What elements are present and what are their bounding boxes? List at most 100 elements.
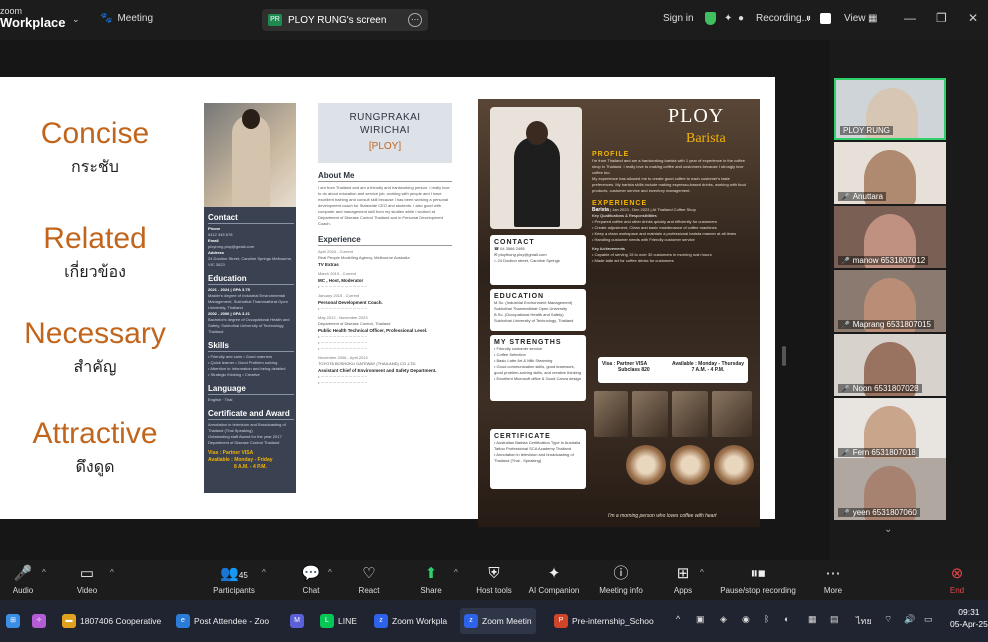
bluetooth-icon[interactable]: ᛒ — [764, 614, 769, 624]
experience-list: April 2024 - Current Real People Modelli… — [318, 249, 437, 385]
tray-icon[interactable]: ◐ — [784, 614, 789, 624]
chevron-down-icon[interactable]: ⌄ — [72, 14, 80, 25]
clock[interactable]: 09:31 05-Apr-25 — [950, 606, 988, 630]
taskbar-item[interactable]: e Post Attendee - Zoo — [172, 608, 273, 634]
pause-stop-recording-button[interactable]: ⏸⏹ Pause/stop recording — [716, 564, 800, 595]
resume-rungprakai: Contact Phone 0412 345 678 Email ployrun… — [196, 99, 454, 497]
tray-icon[interactable]: ▦ — [808, 614, 817, 625]
about-heading: About Me — [318, 171, 452, 182]
mic-off-icon: 🎤 — [841, 509, 850, 517]
sign-in-link[interactable]: Sign in — [663, 13, 694, 24]
apps-caret[interactable]: ^ — [700, 568, 704, 577]
language-indicator[interactable]: ไทย — [856, 614, 872, 628]
more-options-icon[interactable]: ··· — [408, 13, 422, 27]
mic-off-icon: 🎤 — [13, 565, 33, 582]
tray-icon[interactable]: ▣ — [696, 614, 705, 625]
share-arrow-icon: ⬆ — [424, 565, 438, 582]
name-box: RUNGPRAKAI WIRICHAI [PLOY] — [318, 103, 452, 163]
taskbar-item[interactable]: z Zoom Workpla — [370, 608, 451, 634]
wifi-icon[interactable]: ⌔ — [884, 614, 892, 625]
contact-heading: Contact — [208, 213, 294, 224]
tray-icon[interactable]: ◈ — [720, 614, 727, 625]
more-button[interactable]: ⋯ More — [818, 564, 848, 595]
participant-tile[interactable]: 🎤 Noon 6531807028 — [834, 334, 946, 396]
view-menu[interactable]: View — [844, 13, 866, 24]
stop-recording-icon[interactable] — [818, 13, 831, 24]
gallery-photo — [672, 391, 708, 437]
meeting-label: Meeting — [117, 13, 154, 24]
certificate-heading: Certificate and Award — [208, 409, 294, 420]
tray-icon[interactable]: ◉ — [742, 614, 750, 625]
recording-label: Recording... — [756, 13, 810, 24]
participant-tile[interactable]: 🎤 Fern 6531807018 — [834, 398, 946, 460]
taskbar-item-active[interactable]: z Zoom Meetin — [460, 608, 536, 634]
windows-icon: ⊞ — [6, 614, 20, 628]
apps-button[interactable]: ⊞ Apps — [670, 564, 696, 595]
gallery-photo — [594, 391, 628, 437]
tray-chevron-icon[interactable]: ^ — [676, 614, 680, 624]
react-button[interactable]: ♡ React — [354, 564, 384, 595]
taskbar-item[interactable]: P Pre-internship_Schoo — [550, 608, 658, 634]
experience-heading: Experience — [318, 235, 452, 246]
video-options-caret[interactable]: ^ — [110, 568, 114, 577]
latte-art-image — [714, 445, 754, 485]
meeting-info-button[interactable]: ⓘ Meeting info — [594, 564, 648, 595]
start-button[interactable]: ⊞ — [2, 608, 24, 634]
taskbar-item[interactable]: ▬ 1807406 Cooperative — [58, 608, 165, 634]
participant-tile[interactable]: 🎤 manow 6531807012 — [834, 206, 946, 268]
taskbar-item[interactable]: L LINE — [316, 608, 361, 634]
participants-caret[interactable]: ^ — [262, 568, 266, 577]
share-caret[interactable]: ^ — [454, 568, 458, 577]
copilot-button[interactable]: ✧ — [28, 608, 50, 634]
participant-tile[interactable]: 🎤 Anuttara — [834, 142, 946, 204]
volume-icon[interactable]: 🔊 — [904, 614, 915, 625]
ploy-title: PLOY — [668, 105, 725, 127]
tray-icon[interactable]: ▤ — [830, 614, 839, 625]
host-tools-button[interactable]: ⛨ Host tools — [472, 564, 516, 595]
restore-icon[interactable]: ❐ — [936, 11, 947, 25]
taskbar-item[interactable]: M — [286, 608, 308, 634]
education-card: EDUCATION M.Sc. (Industrial Environment … — [490, 289, 586, 331]
clock-time: 09:31 — [958, 607, 980, 617]
availability-box: Visa : Partner VISA Subclass 820 Availabl… — [598, 357, 748, 383]
chat-caret[interactable]: ^ — [328, 568, 332, 577]
audio-button[interactable]: 🎤 Audio — [8, 564, 38, 595]
participants-button[interactable]: 👥45 Participants — [208, 564, 260, 595]
chat-button[interactable]: 💬 Chat — [296, 564, 326, 595]
keyword-concise: Concise กระชับ — [40, 117, 150, 176]
resume-main: RUNGPRAKAI WIRICHAI [PLOY] About Me I am… — [318, 103, 452, 386]
footer-quote: I'm a morning person who loves coffee wi… — [608, 513, 717, 519]
gallery-photo — [712, 391, 752, 437]
video-button[interactable]: ▭ Video — [70, 564, 104, 595]
edge-icon: e — [176, 614, 190, 628]
app-icon: M — [290, 614, 304, 628]
presenter-badge: PR — [268, 14, 282, 26]
share-button[interactable]: ⬆ Share — [416, 564, 446, 595]
audio-options-caret[interactable]: ^ — [42, 568, 46, 577]
ai-companion-button[interactable]: ✦ AI Companion — [526, 564, 582, 595]
participant-tile[interactable]: PLOY RUNG — [834, 78, 946, 140]
shield-icon[interactable] — [705, 12, 716, 25]
meeting-button[interactable]: 🐾 Meeting — [100, 13, 153, 24]
zoom-title-bar: zoom Workplace ⌄ 🐾 Meeting PR PLOY RUNG'… — [0, 0, 988, 40]
chat-icon: 💬 — [301, 565, 321, 582]
info-icon: ⓘ — [613, 565, 629, 582]
battery-icon[interactable]: ▭ — [924, 614, 933, 625]
close-icon[interactable]: ✕ — [968, 11, 978, 25]
pause-recording-icon[interactable]: ⏸ — [806, 13, 811, 24]
mic-off-icon: 🎤 — [841, 257, 850, 265]
screen-share-pill[interactable]: PR PLOY RUNG's screen ··· — [262, 9, 428, 31]
chevron-down-icon[interactable]: ⌄ — [884, 524, 892, 535]
end-button[interactable]: ⊗ End — [944, 564, 970, 595]
copilot-icon: ✧ — [32, 614, 46, 628]
minimize-icon[interactable]: — — [904, 11, 916, 25]
shield-icon: ⛨ — [488, 565, 500, 582]
heart-icon: ♡ — [362, 565, 376, 582]
participant-tile[interactable]: 🎤 Maprang 6531807015 — [834, 270, 946, 332]
participant-tile[interactable]: 🎤 yeen 6531807060 — [834, 458, 946, 520]
sparkle-icon[interactable]: ✦ — [724, 13, 732, 24]
latte-art-image — [626, 445, 666, 485]
panel-resize-handle[interactable] — [782, 346, 786, 366]
shared-screen: Concise กระชับ Related เกี่ยวข้อง Necess… — [0, 40, 830, 560]
view-grid-icon[interactable]: ▦ — [868, 13, 877, 24]
